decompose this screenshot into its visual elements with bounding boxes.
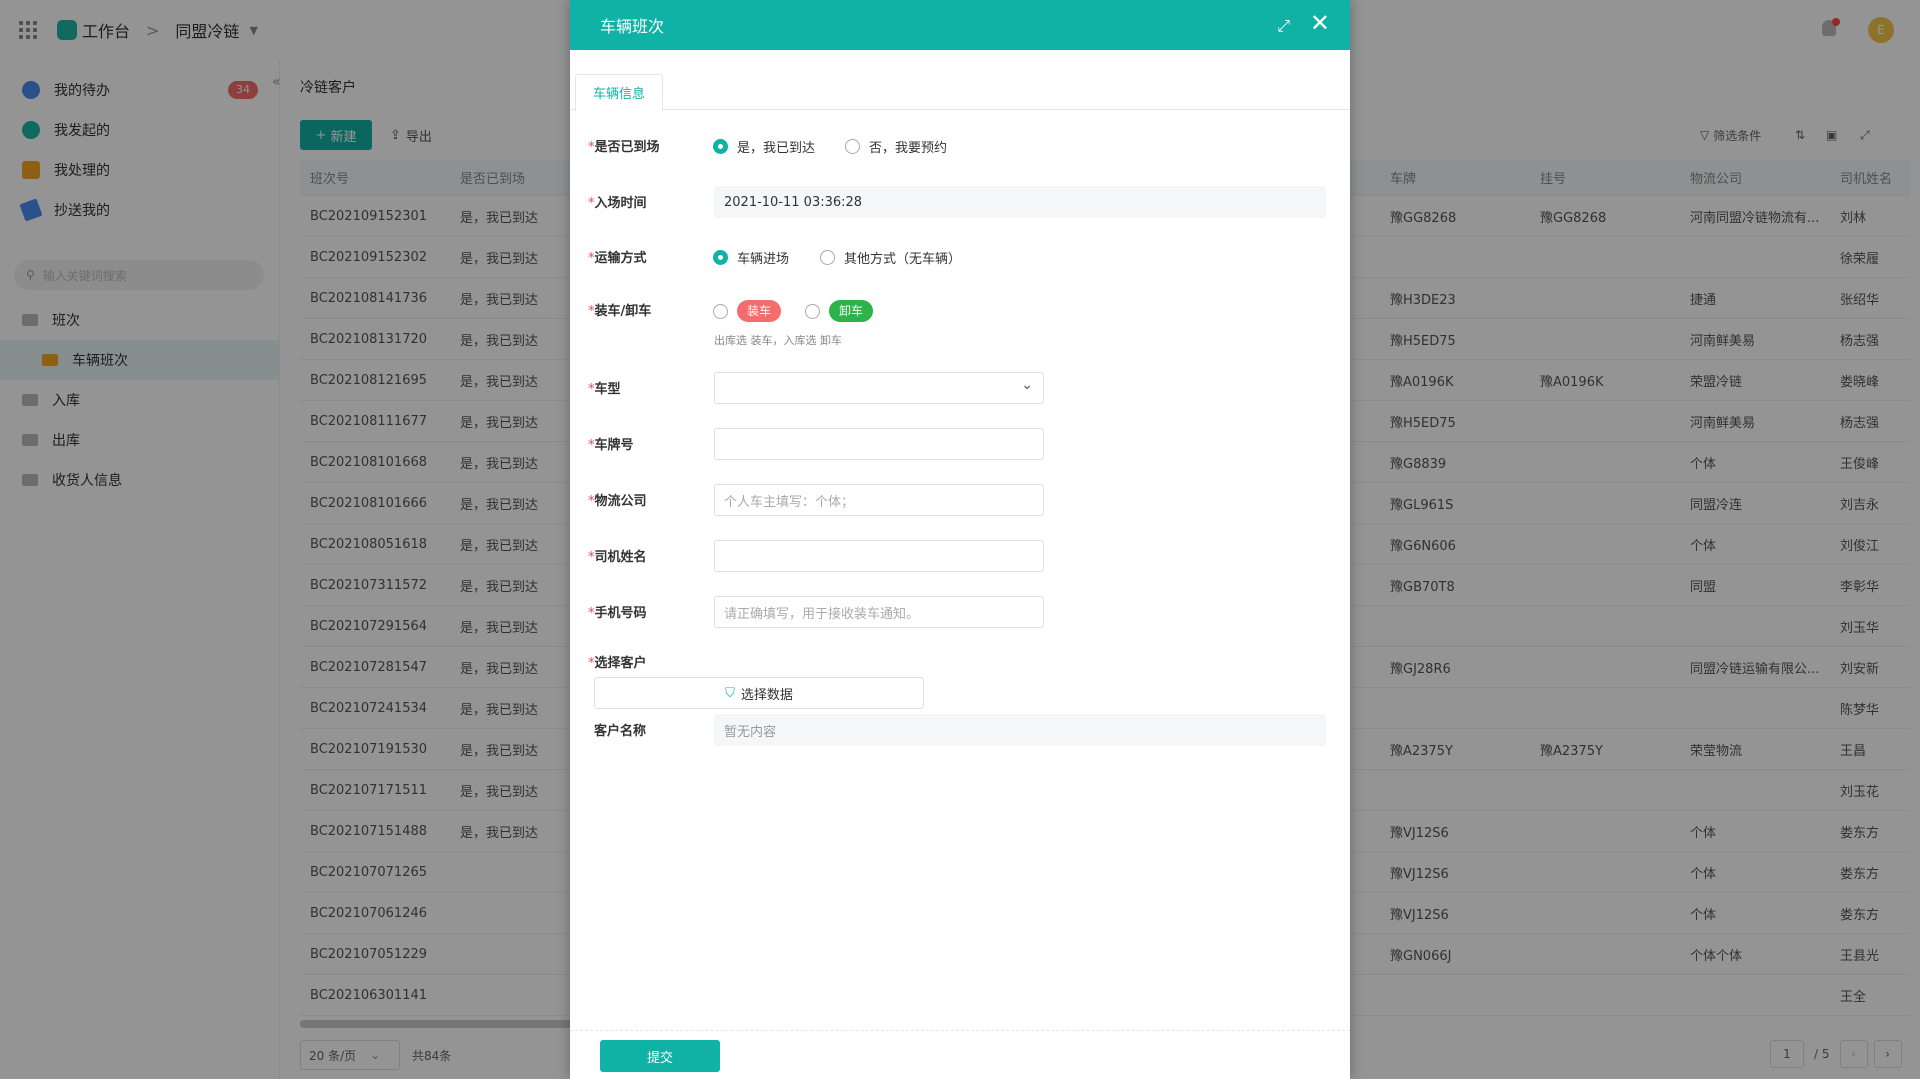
field-label: *司机姓名 [588,550,647,565]
entry-time-field: 2021-10-11 03:36:28 [714,186,1326,218]
field-label: *是否已到场 [588,140,660,155]
field-label: *手机号码 [588,606,647,621]
field-label: *选择客户 [588,656,647,671]
phone-input[interactable]: 请正确填写，用于接收装车通知。 [714,596,1044,628]
dialog-tabs: 车辆信息 [570,74,1350,111]
customer-name-value: 暂无内容 [714,714,1326,746]
unload-tag: 卸车 [829,300,874,322]
close-icon[interactable]: ✕ [1310,11,1330,35]
field-label: 客户名称 [594,724,647,739]
radio-unchecked-icon [805,303,820,319]
radio-checked-icon [713,250,728,265]
load-radio[interactable]: 装车 [713,300,782,322]
field-label: *装车/卸车 [588,304,652,319]
dialog-header: 车辆班次 ⤢ ✕ [570,0,1350,50]
transport-other-radio[interactable]: 其他方式（无车辆） [820,248,961,267]
load-hint: 出库选 装车，入库选 卸车 [714,334,842,347]
field-label: *物流公司 [588,494,647,509]
field-label: *入场时间 [588,196,647,211]
tab-vehicle-info[interactable]: 车辆信息 [575,74,663,111]
field-label: *运输方式 [588,251,647,266]
select-data-label: 选择数据 [740,687,793,703]
load-tag: 装车 [737,300,782,322]
unload-radio[interactable]: 卸车 [805,300,874,322]
radio-unchecked-icon [713,303,728,319]
radio-unchecked-icon [820,250,835,265]
radio-unchecked-icon [845,139,860,154]
select-data-button[interactable]: ⛉ 选择数据 [594,677,924,709]
expand-icon[interactable]: ⤢ [1277,16,1290,36]
transport-vehicle-radio[interactable]: 车辆进场 [713,248,789,267]
field-label: *车牌号 [588,438,634,453]
field-label: *车型 [588,382,621,397]
vehicle-shift-dialog: 车辆班次 ⤢ ✕ 车辆信息 *是否已到场 是，我已到达 否，我要预约 *入场时间… [570,0,1350,1079]
logistics-input[interactable]: 个人车主填写：个体； [714,484,1044,516]
arrived-yes-radio[interactable]: 是，我已到达 [713,137,815,156]
plate-input[interactable] [714,428,1044,460]
tag-icon: ⛉ [725,685,735,701]
submit-button[interactable]: 提交 [600,1040,720,1072]
vehicle-type-select[interactable]: ⌄ [714,372,1044,404]
driver-input[interactable] [714,540,1044,572]
arrived-no-radio[interactable]: 否，我要预约 [845,137,947,156]
chevron-down-icon: ⌄ [1021,377,1033,393]
dialog-title: 车辆班次 [600,17,665,36]
dialog-footer: 提交 [570,1030,1350,1079]
radio-checked-icon [713,139,728,154]
